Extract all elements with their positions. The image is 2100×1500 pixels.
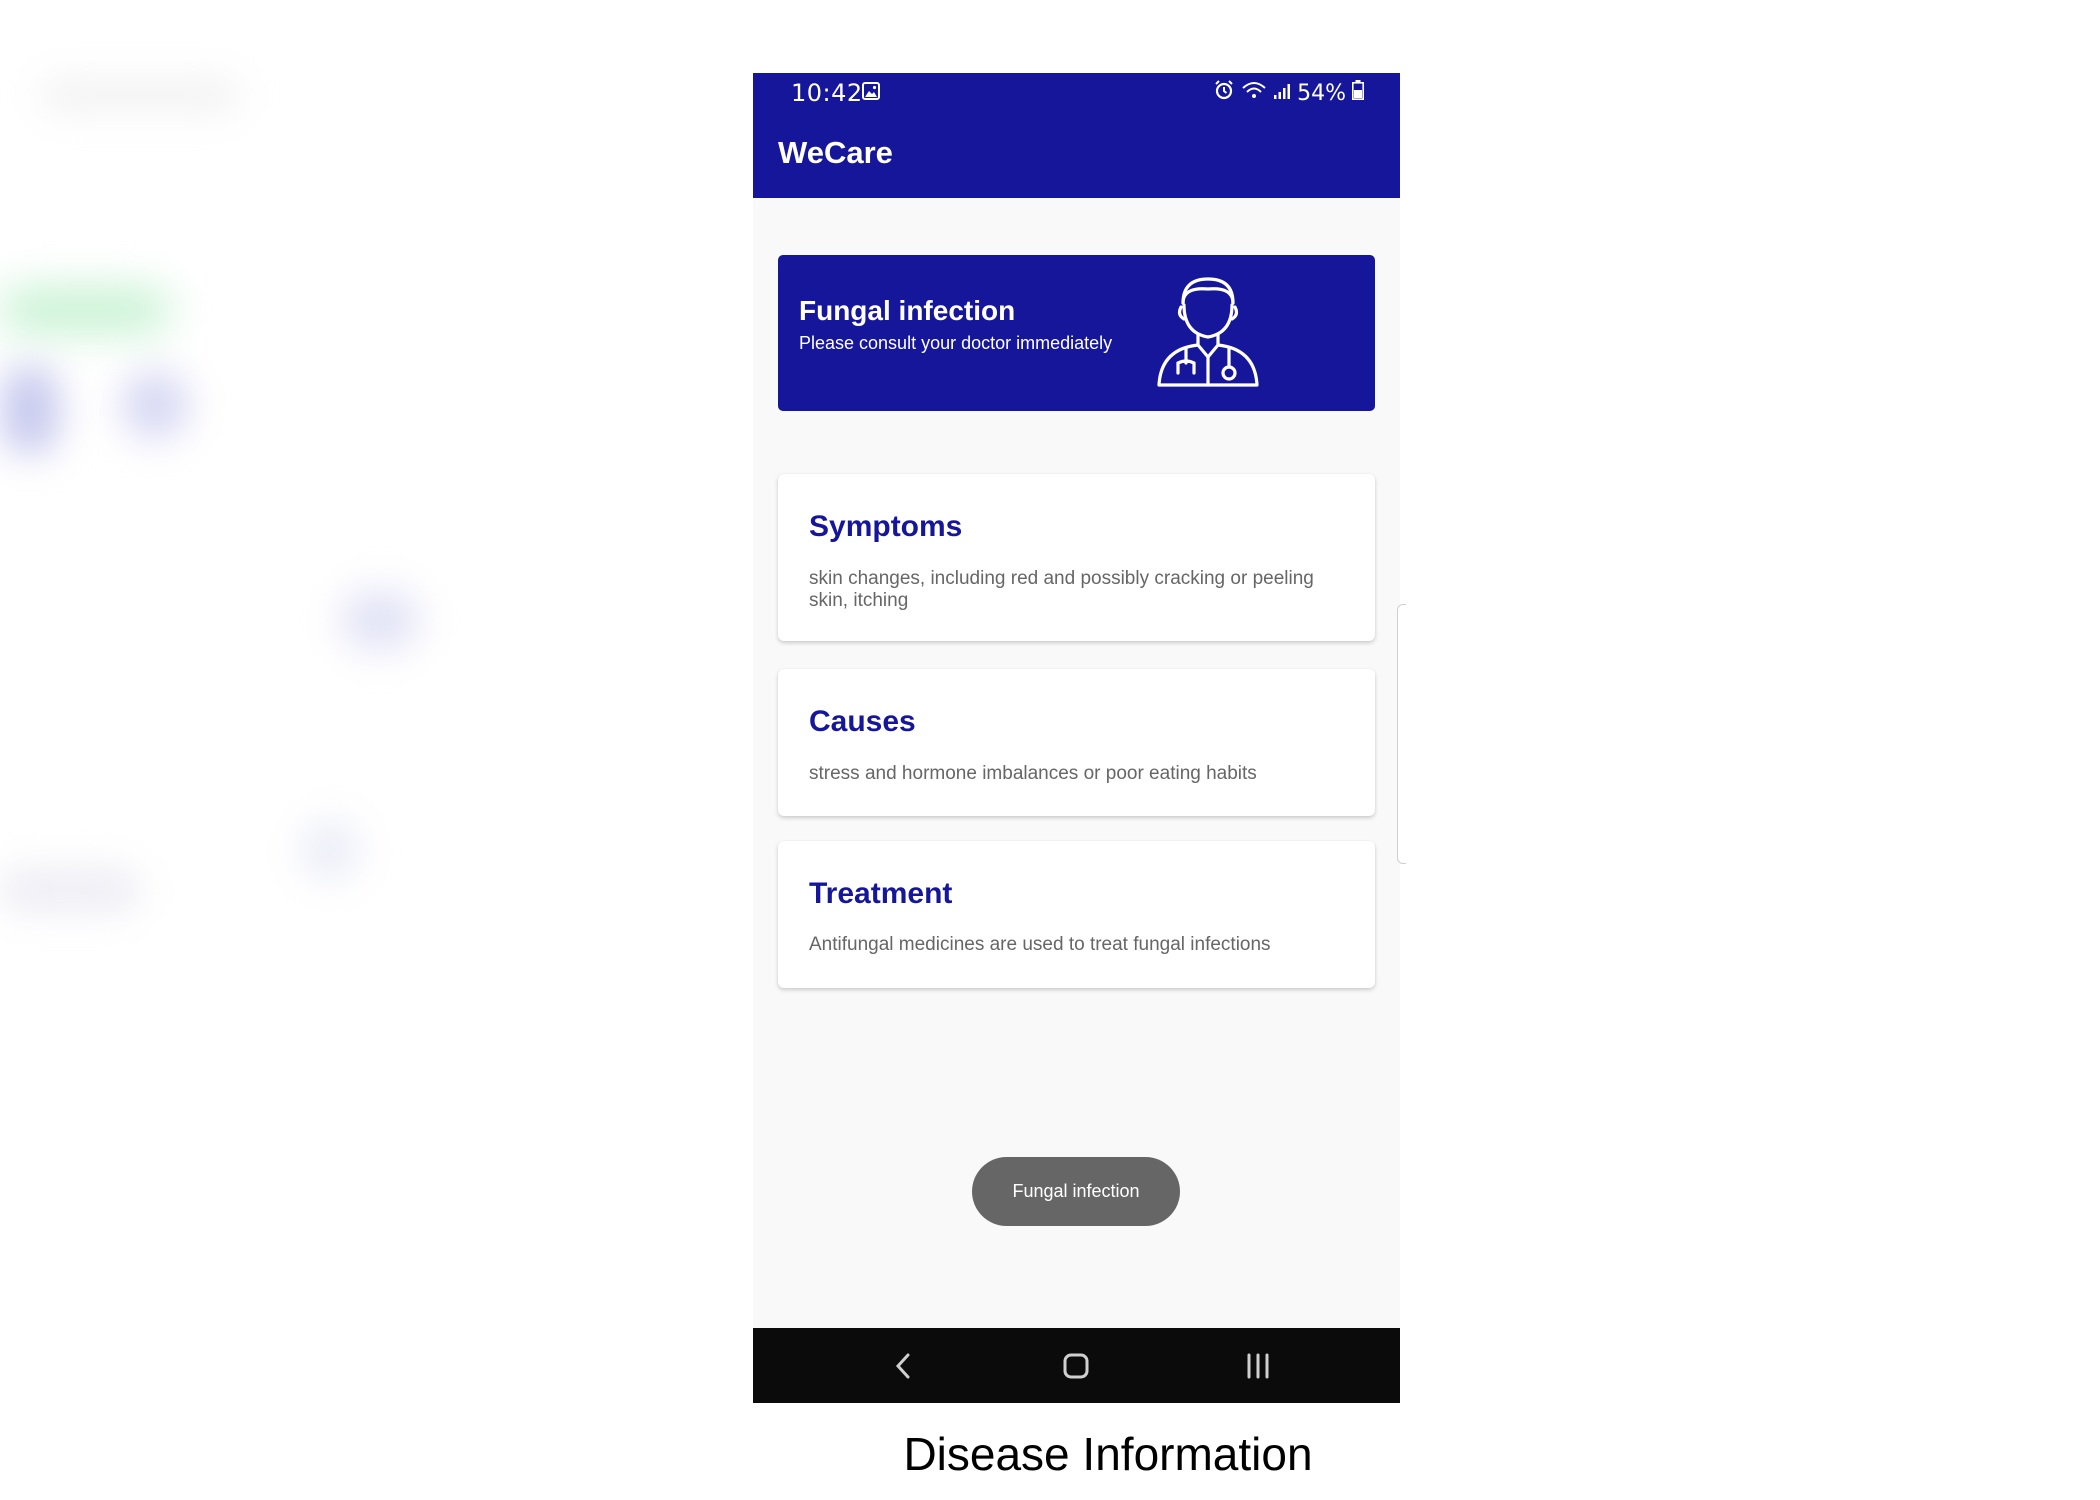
symptoms-title: Symptoms (809, 510, 963, 543)
symptoms-text: skin changes, including red and possibly… (809, 568, 1314, 611)
causes-title: Causes (809, 705, 916, 738)
gallery-notification-icon (862, 82, 880, 105)
treatment-title: Treatment (809, 877, 953, 910)
treatment-card: Treatment Antifungal medicines are used … (778, 841, 1375, 988)
battery-level: 54% (1297, 80, 1346, 106)
edge-panel-handle[interactable] (1397, 604, 1406, 864)
alarm-icon (1213, 79, 1235, 107)
app-title: WeCare (778, 135, 893, 170)
back-icon[interactable] (883, 1348, 923, 1384)
home-icon[interactable] (1056, 1348, 1096, 1384)
symptoms-card: Symptoms skin changes, including red and… (778, 474, 1375, 641)
disease-banner: Fungal infection Please consult your doc… (778, 255, 1375, 411)
app-bar: 10:42 54% WeCare (753, 73, 1400, 198)
disease-advice: Please consult your doctor immediately (799, 333, 1113, 353)
system-nav-bar (753, 1328, 1400, 1403)
status-time: 10:42 (791, 79, 863, 107)
toast-message: Fungal infection (972, 1157, 1180, 1226)
treatment-text: Antifungal medicines are used to treat f… (809, 934, 1271, 955)
figure-caption: Disease Information (903, 1428, 1313, 1480)
doctor-icon (1153, 275, 1263, 398)
causes-text: stress and hormone imbalances or poor ea… (809, 763, 1257, 784)
battery-icon (1352, 80, 1364, 106)
disease-title: Fungal infection (799, 295, 1016, 326)
phone-screen: 10:42 54% WeCare Fungal infection Please… (753, 73, 1400, 1403)
status-icons: 54% (1213, 79, 1364, 107)
wifi-icon (1241, 80, 1267, 106)
causes-card: Causes stress and hormone imbalances or … (778, 669, 1375, 816)
recents-icon[interactable] (1238, 1348, 1278, 1384)
signal-icon (1273, 81, 1291, 106)
